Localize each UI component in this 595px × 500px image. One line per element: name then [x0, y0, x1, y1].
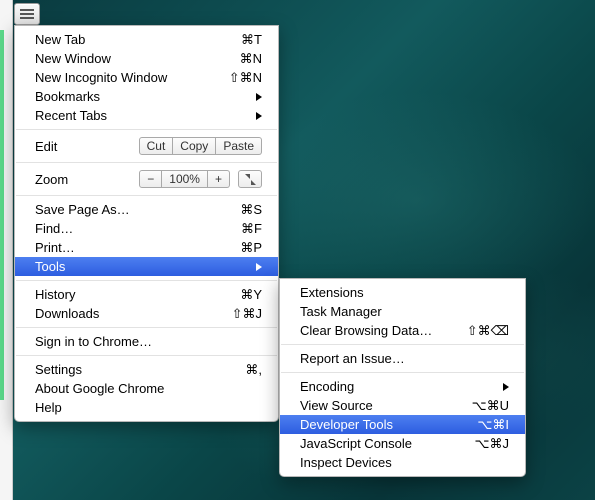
menu-item-label: New Tab: [35, 32, 241, 47]
menu-item-history[interactable]: History⌘Y: [15, 285, 278, 304]
menu-item-encoding[interactable]: Encoding: [280, 377, 525, 396]
chrome-menu-button[interactable]: [14, 3, 40, 25]
menu-item-shortcut: ⌘,: [245, 362, 262, 378]
menu-item-shortcut: ⌘T: [241, 32, 262, 48]
menu-item-label: JavaScript Console: [300, 436, 475, 451]
zoom-out-button[interactable]: −: [139, 170, 162, 188]
menu-item-shortcut: ⇧⌘N: [229, 70, 262, 86]
menu-item-label: Help: [35, 400, 262, 415]
menu-item-label: New Incognito Window: [35, 70, 229, 85]
menu-item-label: Find…: [35, 221, 241, 236]
separator: [16, 280, 277, 281]
menu-item-about-google-chrome[interactable]: About Google Chrome: [15, 379, 278, 398]
separator: [281, 372, 524, 373]
menu-item-extensions[interactable]: Extensions: [280, 283, 525, 302]
menu-item-shortcut: ⌥⌘I: [477, 417, 509, 433]
menu-item-shortcut: ⌘S: [240, 202, 262, 218]
menu-item-bookmarks[interactable]: Bookmarks: [15, 87, 278, 106]
menu-item-label: Tools: [35, 259, 256, 274]
menu-item-shortcut: ⇧⌘⌫: [467, 323, 509, 339]
tools-submenu: Extensions Task Manager Clear Browsing Dat…: [279, 278, 526, 477]
menu-item-help[interactable]: Help: [15, 398, 278, 417]
fullscreen-icon: [245, 174, 256, 185]
menu-item-label: About Google Chrome: [35, 381, 262, 396]
copy-button[interactable]: Copy: [173, 137, 216, 155]
menu-item-shortcut: ⌥⌘U: [472, 398, 509, 414]
chevron-right-icon: [256, 263, 262, 271]
menu-item-label: Downloads: [35, 306, 232, 321]
menu-item-shortcut: ⌘F: [241, 221, 262, 237]
chevron-right-icon: [256, 93, 262, 101]
menu-item-label: Task Manager: [300, 304, 509, 319]
menu-item-label: Extensions: [300, 285, 509, 300]
chevron-right-icon: [503, 383, 509, 391]
menu-item-print[interactable]: Print…⌘P: [15, 238, 278, 257]
menu-item-settings[interactable]: Settings⌘,: [15, 360, 278, 379]
browser-edge-strip: [0, 0, 13, 500]
menu-item-label: Print…: [35, 240, 240, 255]
tab-indicator: [0, 30, 4, 400]
menu-item-save-page-as[interactable]: Save Page As…⌘S: [15, 200, 278, 219]
menu-item-view-source[interactable]: View Source⌥⌘U: [280, 396, 525, 415]
menu-item-label: Save Page As…: [35, 202, 240, 217]
zoom-row: Zoom−100%+: [15, 167, 278, 191]
separator: [16, 355, 277, 356]
menu-item-label: Developer Tools: [300, 417, 477, 432]
menu-item-tools[interactable]: Tools: [15, 257, 278, 276]
menu-item-javascript-console[interactable]: JavaScript Console⌥⌘J: [280, 434, 525, 453]
zoom-label: Zoom: [35, 172, 139, 187]
menu-item-label: Report an Issue…: [300, 351, 509, 366]
menu-item-new-tab[interactable]: New Tab⌘T: [15, 30, 278, 49]
menu-item-label: Recent Tabs: [35, 108, 256, 123]
menu-item-label: Bookmarks: [35, 89, 256, 104]
main-menu: New Tab⌘TNew Window⌘NNew Incognito Windo…: [14, 25, 279, 422]
edit-button-group: CutCopyPaste: [139, 137, 262, 155]
menu-item-shortcut: ⌘P: [240, 240, 262, 256]
menu-item-label: Clear Browsing Data…: [300, 323, 467, 338]
edit-label: Edit: [35, 139, 139, 154]
menu-item-shortcut: ⌘N: [240, 51, 262, 67]
menu-item-label: History: [35, 287, 240, 302]
menu-item-label: Encoding: [300, 379, 503, 394]
menu-item-inspect-devices[interactable]: Inspect Devices: [280, 453, 525, 472]
menu-item-label: View Source: [300, 398, 472, 413]
cut-button[interactable]: Cut: [139, 137, 174, 155]
fullscreen-button[interactable]: [238, 170, 262, 188]
menu-item-sign-in-to-chrome[interactable]: Sign in to Chrome…: [15, 332, 278, 351]
menu-item-shortcut: ⇧⌘J: [232, 306, 262, 322]
menu-item-label: Inspect Devices: [300, 455, 509, 470]
separator: [16, 162, 277, 163]
edit-row: EditCutCopyPaste: [15, 134, 278, 158]
menu-item-label: Sign in to Chrome…: [35, 334, 262, 349]
paste-button[interactable]: Paste: [216, 137, 262, 155]
menu-item-find[interactable]: Find…⌘F: [15, 219, 278, 238]
separator: [16, 195, 277, 196]
hamburger-icon: [20, 13, 34, 15]
menu-item-report-an-issue[interactable]: Report an Issue…: [280, 349, 525, 368]
menu-item-label: Settings: [35, 362, 245, 377]
chevron-right-icon: [256, 112, 262, 120]
separator: [16, 129, 277, 130]
menu-item-clear-browsing-data[interactable]: Clear Browsing Data…⇧⌘⌫: [280, 321, 525, 340]
menu-item-downloads[interactable]: Downloads⇧⌘J: [15, 304, 278, 323]
menu-item-shortcut: ⌘Y: [240, 287, 262, 303]
zoom-button-group: −100%+: [139, 170, 230, 188]
separator: [16, 327, 277, 328]
menu-item-new-window[interactable]: New Window⌘N: [15, 49, 278, 68]
menu-item-task-manager[interactable]: Task Manager: [280, 302, 525, 321]
separator: [281, 344, 524, 345]
menu-item-developer-tools[interactable]: Developer Tools⌥⌘I: [280, 415, 525, 434]
zoom-value: 100%: [162, 170, 208, 188]
menu-item-new-incognito-window[interactable]: New Incognito Window⇧⌘N: [15, 68, 278, 87]
zoom-in-button[interactable]: +: [208, 170, 230, 188]
menu-item-shortcut: ⌥⌘J: [475, 436, 509, 452]
menu-item-recent-tabs[interactable]: Recent Tabs: [15, 106, 278, 125]
menu-item-label: New Window: [35, 51, 240, 66]
